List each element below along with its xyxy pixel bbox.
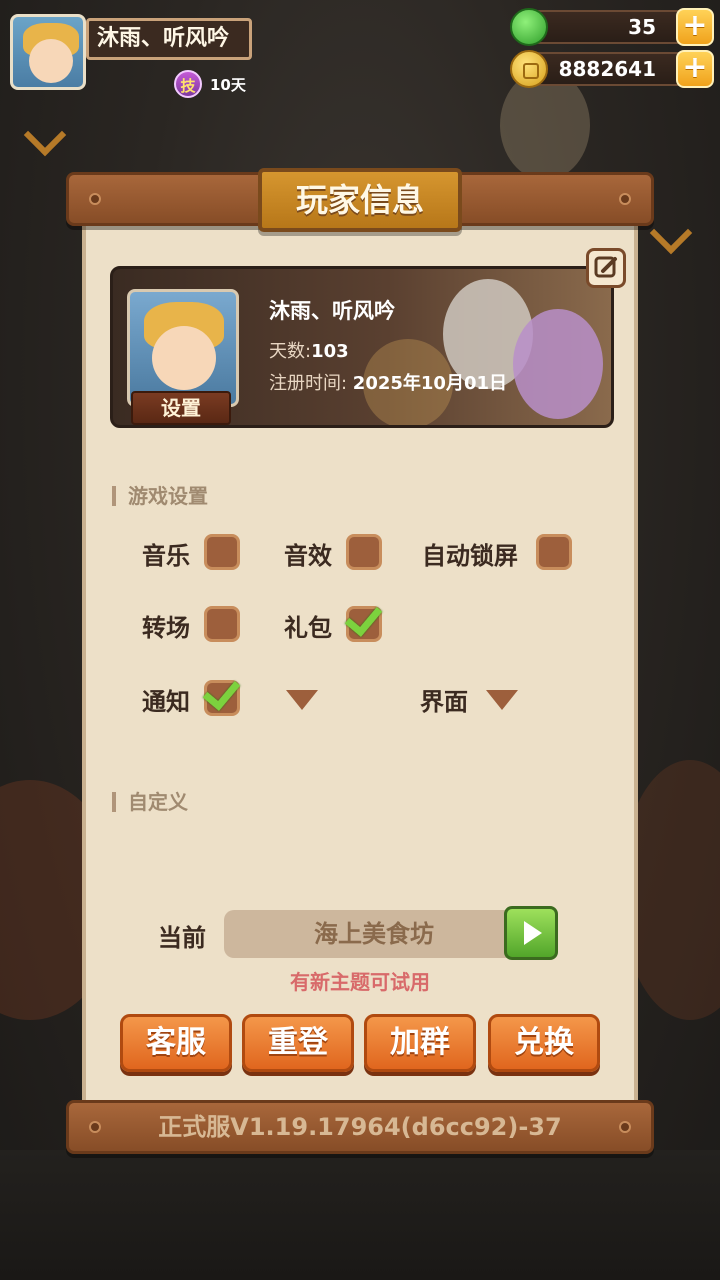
player-card: 设置 沐雨、听风吟 天数:103 注册时间: 2025年10月01日 (110, 266, 614, 428)
interface-label: 界面 (420, 688, 468, 716)
game-settings-header: 游戏设置 (112, 480, 208, 509)
hud-avatar[interactable] (10, 14, 86, 90)
music-label: 音乐 (142, 542, 190, 570)
current-theme-name: 海上美食坊 (224, 910, 524, 958)
player-name: 沐雨、听风吟 (269, 299, 395, 323)
nail-icon (89, 193, 101, 205)
theme-play-button[interactable] (504, 906, 558, 960)
background-decoration (500, 70, 590, 180)
background-decoration (0, 1150, 720, 1280)
edit-profile-button[interactable] (586, 248, 626, 288)
energy-bar: 35 + (510, 8, 714, 46)
redeem-button[interactable]: 兑换 (488, 1014, 600, 1072)
dropdown-arrow-icon[interactable] (286, 690, 318, 710)
notify-checkbox[interactable] (202, 672, 241, 716)
theme-notice: 有新主题可试用 (290, 970, 430, 994)
edit-icon (594, 256, 617, 278)
hud-player-name: 沐雨、听风吟 (86, 18, 252, 60)
skill-icon[interactable]: 技 (174, 70, 202, 98)
player-register-date: 注册时间: 2025年10月01日 (269, 373, 507, 394)
notify-label: 通知 (142, 688, 190, 716)
avatar-settings-button[interactable]: 设置 (131, 391, 231, 425)
customer-service-button[interactable]: 客服 (120, 1014, 232, 1072)
current-theme-label: 当前 (158, 924, 206, 952)
add-energy-button[interactable]: + (676, 8, 714, 46)
gift-label: 礼包 (284, 614, 332, 642)
transition-label: 转场 (142, 614, 190, 642)
chevron-down-icon[interactable] (649, 211, 693, 255)
transition-checkbox[interactable] (204, 606, 240, 642)
auto-lock-checkbox[interactable] (536, 534, 572, 570)
skill-days: 10天 (210, 76, 246, 94)
chevron-down-icon[interactable] (23, 113, 67, 157)
panel-title: 玩家信息 (258, 168, 462, 232)
coin-icon (510, 50, 548, 88)
gift-checkbox[interactable] (344, 598, 383, 642)
music-checkbox[interactable] (204, 534, 240, 570)
coin-bar: 8882641 + (510, 50, 714, 88)
player-avatar[interactable] (127, 289, 239, 407)
sound-label: 音效 (284, 542, 332, 570)
add-coins-button[interactable]: + (676, 50, 714, 88)
energy-value: 35 (628, 15, 656, 39)
nail-icon (619, 193, 631, 205)
relogin-button[interactable]: 重登 (242, 1014, 354, 1072)
energy-icon (510, 8, 548, 46)
auto-lock-label: 自动锁屏 (422, 542, 518, 570)
sound-checkbox[interactable] (346, 534, 382, 570)
version-text: 正式服V1.19.17964(d6cc92)-37 (158, 1113, 562, 1141)
join-group-button[interactable]: 加群 (364, 1014, 476, 1072)
interface-dropdown-icon[interactable] (486, 690, 518, 710)
player-days: 天数:103 (269, 341, 349, 362)
coin-value: 8882641 (558, 57, 656, 81)
custom-header: 自定义 (112, 786, 188, 815)
